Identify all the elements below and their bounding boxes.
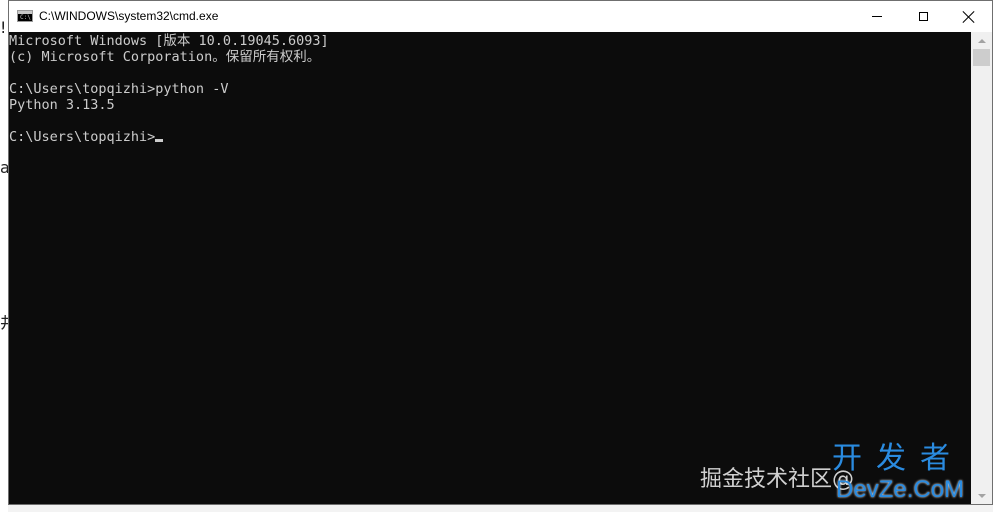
text-cursor xyxy=(155,139,164,142)
close-button[interactable] xyxy=(946,1,992,32)
console-line-python-version: Python 3.13.5 xyxy=(9,97,115,113)
cmd-icon[interactable]: C:\ xyxy=(17,10,33,22)
watermark-logo: 开发者 DevZe.CoM xyxy=(832,442,987,508)
watermark-logo-bottom: DevZe.CoM xyxy=(836,476,965,503)
scroll-up-button[interactable] xyxy=(971,32,992,49)
console-line-version: Microsoft Windows [版本 10.0.19045.6093] xyxy=(9,33,329,49)
maximize-button[interactable] xyxy=(900,1,946,32)
watermark-logo-top: 开发者 xyxy=(832,441,964,476)
vertical-scrollbar[interactable] xyxy=(971,32,992,504)
console-line-command: C:\Users\topqizhi>python -V xyxy=(9,81,229,97)
close-icon xyxy=(963,11,975,23)
cmd-window[interactable]: C:\ C:\WINDOWS\system32\cmd.exe Microsof… xyxy=(8,0,993,505)
console-output[interactable]: Microsoft Windows [版本 10.0.19045.6093] (… xyxy=(9,32,971,504)
console-prompt-line[interactable]: C:\Users\topqizhi> xyxy=(9,129,164,145)
window-title: C:\WINDOWS\system32\cmd.exe xyxy=(39,9,219,23)
watermark-text: 掘金技术社区@ xyxy=(700,467,855,492)
minimize-button[interactable] xyxy=(854,1,900,32)
scroll-thumb[interactable] xyxy=(973,49,990,66)
maximize-icon xyxy=(918,12,928,21)
background-app-edge: ! a 井 xyxy=(0,0,8,512)
console-line-copyright: (c) Microsoft Corporation。保留所有权利。 xyxy=(9,49,321,65)
minimize-icon xyxy=(872,16,882,17)
console-prompt: C:\Users\topqizhi> xyxy=(9,129,156,145)
arrow-up-icon xyxy=(977,38,986,43)
title-bar[interactable]: C:\ C:\WINDOWS\system32\cmd.exe xyxy=(9,1,992,32)
